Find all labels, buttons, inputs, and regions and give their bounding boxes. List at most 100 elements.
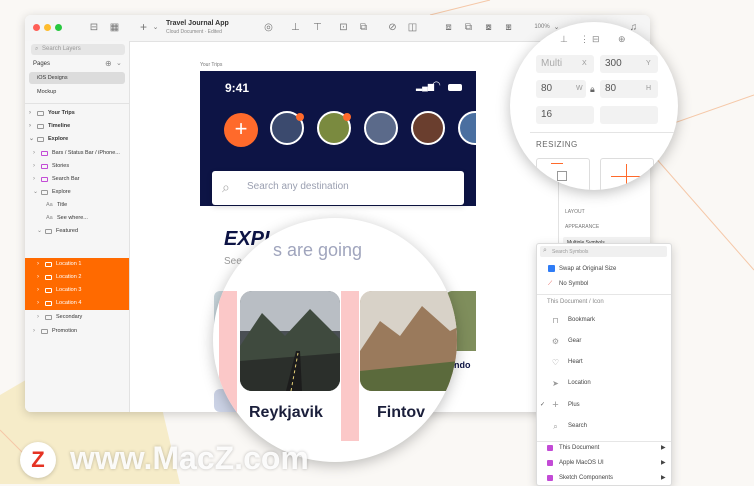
add-story-button[interactable]: + [224, 113, 258, 147]
location-card-image[interactable] [240, 291, 340, 391]
layer-promotion[interactable]: › Promotion [25, 325, 129, 338]
layer-your-trips[interactable]: › Your Trips [25, 107, 129, 120]
symbol-instance-icon [45, 262, 52, 267]
chevron-down-icon[interactable]: ⌄ [37, 225, 42, 238]
library-this-document[interactable]: This Document ▶ [537, 441, 671, 455]
layer-search-bar[interactable]: › Search Bar [25, 173, 129, 186]
layer-featured[interactable]: ⌄ Featured [25, 225, 129, 238]
section-label: This Document / Icon [547, 299, 604, 305]
layer-location-3[interactable]: › Location 3 [25, 284, 129, 297]
sidebar-toggle-icon[interactable]: ⊟ [87, 22, 101, 33]
chevron-right-icon[interactable]: › [33, 160, 35, 173]
mask-icon[interactable]: ⊡ [338, 22, 349, 33]
width-field[interactable]: 80 W [536, 80, 586, 98]
resizing-control[interactable] [536, 158, 590, 190]
chevron-right-icon[interactable]: › [33, 147, 35, 160]
edit-icon[interactable]: ⊘ [387, 22, 398, 33]
subtract-icon[interactable]: ⧉ [463, 22, 474, 33]
canyon-photo [360, 291, 457, 391]
story-avatar[interactable] [364, 111, 398, 145]
symbol-item-plus[interactable]: ✓ + Plus [537, 395, 671, 415]
search-icon: ⌕ [222, 179, 230, 195]
distribute-icon[interactable]: ⊟ [592, 34, 600, 45]
layer-search-input[interactable]: ⌕ Search Layers [31, 44, 125, 55]
chevron-down-icon[interactable]: ⌄ [29, 133, 34, 146]
height-field[interactable]: 80 H [600, 80, 658, 98]
chevron-down-icon[interactable]: ⌄ [116, 59, 122, 67]
align-top-icon[interactable]: ⊤ [312, 22, 323, 33]
union-icon[interactable]: ⧈ [443, 22, 454, 33]
add-page-icon[interactable]: ⊕ [105, 59, 112, 68]
symbol-label: Heart [568, 359, 583, 365]
zoom-level[interactable]: 100% [533, 22, 551, 33]
symbol-icon[interactable]: ◎ [263, 22, 274, 33]
chevron-right-icon: ▶ [661, 445, 666, 451]
scale-icon[interactable]: ⧉ [358, 22, 369, 33]
destination-search-input[interactable]: ⌕ Search any destination [212, 171, 464, 205]
flatten-icon[interactable]: ◫ [407, 22, 418, 33]
lock-icon[interactable]: 🔒︎ [590, 84, 595, 95]
symbol-item-location[interactable]: ➤ Location [537, 373, 671, 393]
layer-location-4[interactable]: › Location 4 [25, 297, 129, 310]
chevron-right-icon[interactable]: › [29, 107, 31, 120]
chevron-right-icon[interactable]: › [33, 325, 35, 338]
layer-stories[interactable]: › Stories [25, 160, 129, 173]
align-icon[interactable]: ⊥ [560, 34, 568, 45]
resizing-preview[interactable] [600, 158, 654, 190]
difference-icon[interactable]: ⧆ [503, 22, 514, 33]
symbol-item-search[interactable]: ⌕ Search [537, 416, 671, 436]
chevron-right-icon[interactable]: › [37, 297, 39, 310]
chevron-right-icon[interactable]: › [33, 173, 35, 186]
layer-location-2[interactable]: › Location 2 [25, 271, 129, 284]
story-avatar[interactable] [411, 111, 445, 145]
close-window-button[interactable] [33, 24, 40, 31]
folder-icon [45, 315, 52, 320]
layer-secondary[interactable]: › Secondary [25, 311, 129, 324]
layer-title[interactable]: Aa Title [25, 199, 129, 212]
layer-label: Promotion [52, 328, 78, 334]
status-time: 9:41 [225, 81, 250, 95]
chevron-down-icon[interactable]: ⌄ [150, 22, 161, 33]
chevron-right-icon[interactable]: › [37, 258, 39, 271]
grid-view-icon[interactable]: ▦ [109, 22, 120, 33]
heading-rest-text: s are going [273, 240, 363, 260]
intersect-icon[interactable]: ⧇ [483, 22, 494, 33]
symbol-item-heart[interactable]: ♡ Heart [537, 352, 671, 372]
layer-status-bar[interactable]: › Bars / Status Bar / iPhone... [25, 147, 129, 160]
rotation-field[interactable] [600, 106, 658, 124]
layer-location-1[interactable]: › Location 1 [25, 258, 129, 271]
symbol-item-gear[interactable]: ⚙ Gear [537, 331, 671, 351]
x-field[interactable]: Multi X [536, 55, 594, 73]
page-label: Mockup [37, 89, 57, 95]
library-sketch-components[interactable]: Sketch Components ▶ [537, 471, 671, 485]
battery-icon [448, 84, 462, 91]
layer-explore[interactable]: ⌄ Explore [25, 133, 129, 146]
chevron-right-icon[interactable]: › [37, 284, 39, 297]
target-icon[interactable]: ⊕ [618, 34, 626, 45]
no-symbol-item[interactable]: ⟋ No Symbol [537, 274, 671, 294]
layer-see-where[interactable]: Aa See where... [25, 212, 129, 225]
symbol-item-bookmark[interactable]: ⊓ Bookmark [537, 310, 671, 330]
chevron-right-icon[interactable]: › [29, 120, 31, 133]
page-item-ios-designs[interactable]: iOS Designs [29, 72, 125, 84]
zoom-window-button[interactable] [55, 24, 62, 31]
y-field[interactable]: 300 Y [600, 55, 658, 73]
document-status: Cloud Document · Edited [166, 29, 222, 35]
library-label: Apple MacOS UI [559, 460, 604, 466]
align-bottom-icon[interactable]: ⊥ [290, 22, 301, 33]
more-icon[interactable]: ⋮ [580, 34, 589, 45]
layer-explore-group[interactable]: ⌄ Explore [25, 186, 129, 199]
plus-icon: + [552, 399, 559, 411]
location-card-image[interactable] [360, 291, 457, 391]
insert-plus-icon[interactable]: + [138, 21, 149, 33]
radius-field[interactable]: 16 [536, 106, 594, 124]
library-apple-macos-ui[interactable]: Apple MacOS UI ▶ [537, 456, 671, 470]
chevron-right-icon[interactable]: › [37, 271, 39, 284]
minimize-window-button[interactable] [44, 24, 51, 31]
layer-timeline[interactable]: › Timeline [25, 120, 129, 133]
chevron-down-icon[interactable]: ⌄ [33, 186, 38, 199]
width-value: 80 [541, 83, 553, 94]
chevron-right-icon[interactable]: › [37, 311, 39, 324]
page-item-mockup[interactable]: Mockup [29, 86, 125, 98]
symbol-search-input[interactable]: ⌕ Search Symbols [540, 246, 667, 257]
